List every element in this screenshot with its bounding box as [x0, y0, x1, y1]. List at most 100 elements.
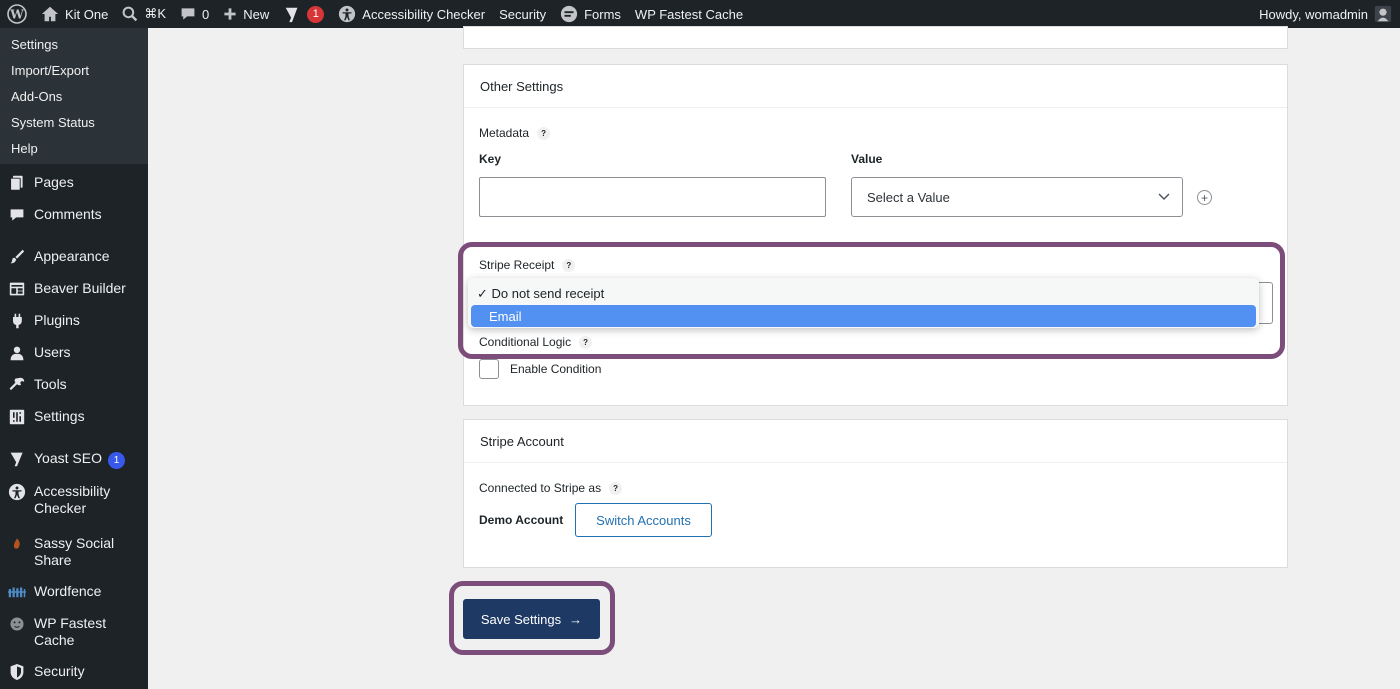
sidebar-label: Accessibility Checker	[34, 483, 111, 516]
sidebar-label: Sassy Social Share	[34, 535, 115, 568]
beaver-builder-icon	[8, 280, 26, 298]
home-icon	[41, 6, 59, 22]
paintbrush-icon	[8, 248, 26, 266]
sidebar-label: WP Fastest Cache	[34, 615, 107, 648]
connected-label-row: Connected to Stripe as ?	[479, 481, 623, 495]
sidebar-label: Pages	[34, 174, 74, 190]
enable-condition-label: Enable Condition	[510, 362, 602, 376]
comment-icon	[181, 8, 195, 20]
wp-fastest-cache-menu[interactable]: WP Fastest Cache	[628, 0, 750, 28]
accessibility-icon	[339, 5, 356, 23]
search-icon	[122, 6, 138, 22]
svg-text:W: W	[9, 8, 24, 22]
submenu-item-help[interactable]: Help	[0, 136, 148, 162]
connected-label: Connected to Stripe as	[479, 481, 602, 495]
stripe-account-panel: Stripe Account Connected to Stripe as ? …	[463, 419, 1288, 568]
sidebar-item-users[interactable]: Users	[0, 337, 148, 369]
sassy-social-share-icon	[8, 535, 26, 553]
chevron-down-icon	[1158, 193, 1170, 201]
sidebar-label: Settings	[34, 408, 85, 424]
cache-label: WP Fastest Cache	[634, 6, 744, 22]
help-icon[interactable]: ?	[537, 126, 551, 140]
sidebar-item-pages[interactable]: Pages	[0, 167, 148, 199]
admin-bar: W Kit One ⌘K 0 New 1 Accessibility Check…	[0, 0, 1400, 28]
forms-submenu: Settings Import/Export Add-Ons System St…	[0, 28, 148, 164]
plus-icon	[224, 8, 236, 20]
help-icon[interactable]: ?	[609, 481, 623, 495]
security-label: Security	[499, 6, 547, 22]
wp-logo-menu[interactable]: W	[0, 0, 34, 28]
new-label: New	[243, 6, 270, 22]
metadata-value-select[interactable]: Select a Value	[851, 177, 1183, 217]
value-select-text: Select a Value	[867, 189, 950, 205]
metadata-key-input[interactable]	[479, 177, 826, 217]
sidebar-item-security[interactable]: Security	[0, 656, 148, 688]
sidebar-item-tools[interactable]: Tools	[0, 369, 148, 401]
sidebar-label: Comments	[34, 206, 102, 222]
yoast-count-badge: 1	[107, 452, 125, 469]
sidebar-item-sassy-social-share[interactable]: Sassy Social Share	[0, 528, 148, 576]
sidebar-item-comments[interactable]: Comments	[0, 199, 148, 231]
enable-condition-checkbox[interactable]	[479, 359, 499, 379]
shield-icon	[8, 663, 26, 681]
sidebar-label: Plugins	[34, 312, 80, 328]
plugins-icon	[8, 312, 26, 330]
sidebar-label: Beaver Builder	[34, 280, 126, 296]
other-settings-title: Other Settings	[464, 65, 1287, 108]
comments-icon	[8, 206, 26, 224]
forms-label: Forms	[584, 6, 621, 22]
howdy-text: Howdy, womadmin	[1259, 6, 1368, 22]
switch-accounts-button[interactable]: Switch Accounts	[575, 503, 712, 537]
avatar	[1374, 5, 1392, 23]
sidebar-item-plugins[interactable]: Plugins	[0, 305, 148, 337]
wordpress-icon: W	[7, 4, 27, 24]
metadata-label: Metadata	[479, 126, 530, 140]
settings-sliders-icon	[8, 408, 26, 426]
sidebar-label: Tools	[34, 376, 67, 392]
value-label: Value	[851, 152, 883, 166]
site-name-menu[interactable]: Kit One	[34, 0, 115, 28]
users-icon	[8, 344, 26, 362]
wordfence-icon	[8, 583, 26, 601]
sidebar-item-settings[interactable]: Settings	[0, 401, 148, 433]
sidebar-item-appearance[interactable]: Appearance	[0, 241, 148, 273]
key-label: Key	[479, 152, 502, 166]
command-search[interactable]: ⌘K	[115, 0, 173, 28]
accessibility-checker-menu[interactable]: Accessibility Checker	[331, 0, 492, 28]
yoast-label: Yoast SEO	[34, 450, 102, 466]
yoast-icon	[8, 450, 26, 468]
site-name: Kit One	[65, 6, 109, 22]
comments-menu[interactable]: 0	[173, 0, 216, 28]
add-metadata-button[interactable]: +	[1197, 190, 1212, 205]
annotation-highlight-save-button	[449, 581, 615, 655]
submenu-item-add-ons[interactable]: Add-Ons	[0, 84, 148, 110]
pages-icon	[8, 174, 26, 192]
comments-count: 0	[202, 6, 210, 22]
annotation-highlight-stripe-receipt	[458, 242, 1285, 359]
wrench-icon	[8, 376, 26, 394]
account-name: Demo Account	[479, 513, 564, 527]
submenu-item-settings[interactable]: Settings	[0, 32, 148, 58]
submenu-item-system-status[interactable]: System Status	[0, 110, 148, 136]
stripe-account-title: Stripe Account	[464, 420, 1287, 463]
new-content-menu[interactable]: New	[216, 0, 276, 28]
security-menu[interactable]: Security	[492, 0, 553, 28]
metadata-label-row: Metadata ?	[479, 126, 551, 140]
submenu-item-import-export[interactable]: Import/Export	[0, 58, 148, 84]
yoast-badge: 1	[307, 5, 325, 23]
accessibility-icon	[8, 483, 26, 501]
sidebar-item-yoast-seo[interactable]: Yoast SEO 1	[0, 443, 148, 476]
my-account-menu[interactable]: Howdy, womadmin	[1259, 0, 1392, 28]
sidebar-label: Appearance	[34, 248, 110, 264]
sidebar-item-wordfence[interactable]: Wordfence	[0, 576, 148, 608]
search-shortcut: ⌘K	[144, 6, 167, 21]
sidebar-item-accessibility-checker[interactable]: Accessibility Checker	[0, 476, 148, 524]
cheetah-icon	[8, 615, 26, 633]
sidebar-item-wp-fastest-cache[interactable]: WP Fastest Cache	[0, 608, 148, 656]
sidebar-item-beaver-builder[interactable]: Beaver Builder	[0, 273, 148, 305]
yoast-menu[interactable]: 1	[276, 0, 331, 28]
forms-menu[interactable]: Forms	[553, 0, 628, 28]
forms-icon	[560, 5, 578, 23]
sidebar-label: Security	[34, 663, 85, 679]
accessibility-label: Accessibility Checker	[362, 6, 486, 22]
